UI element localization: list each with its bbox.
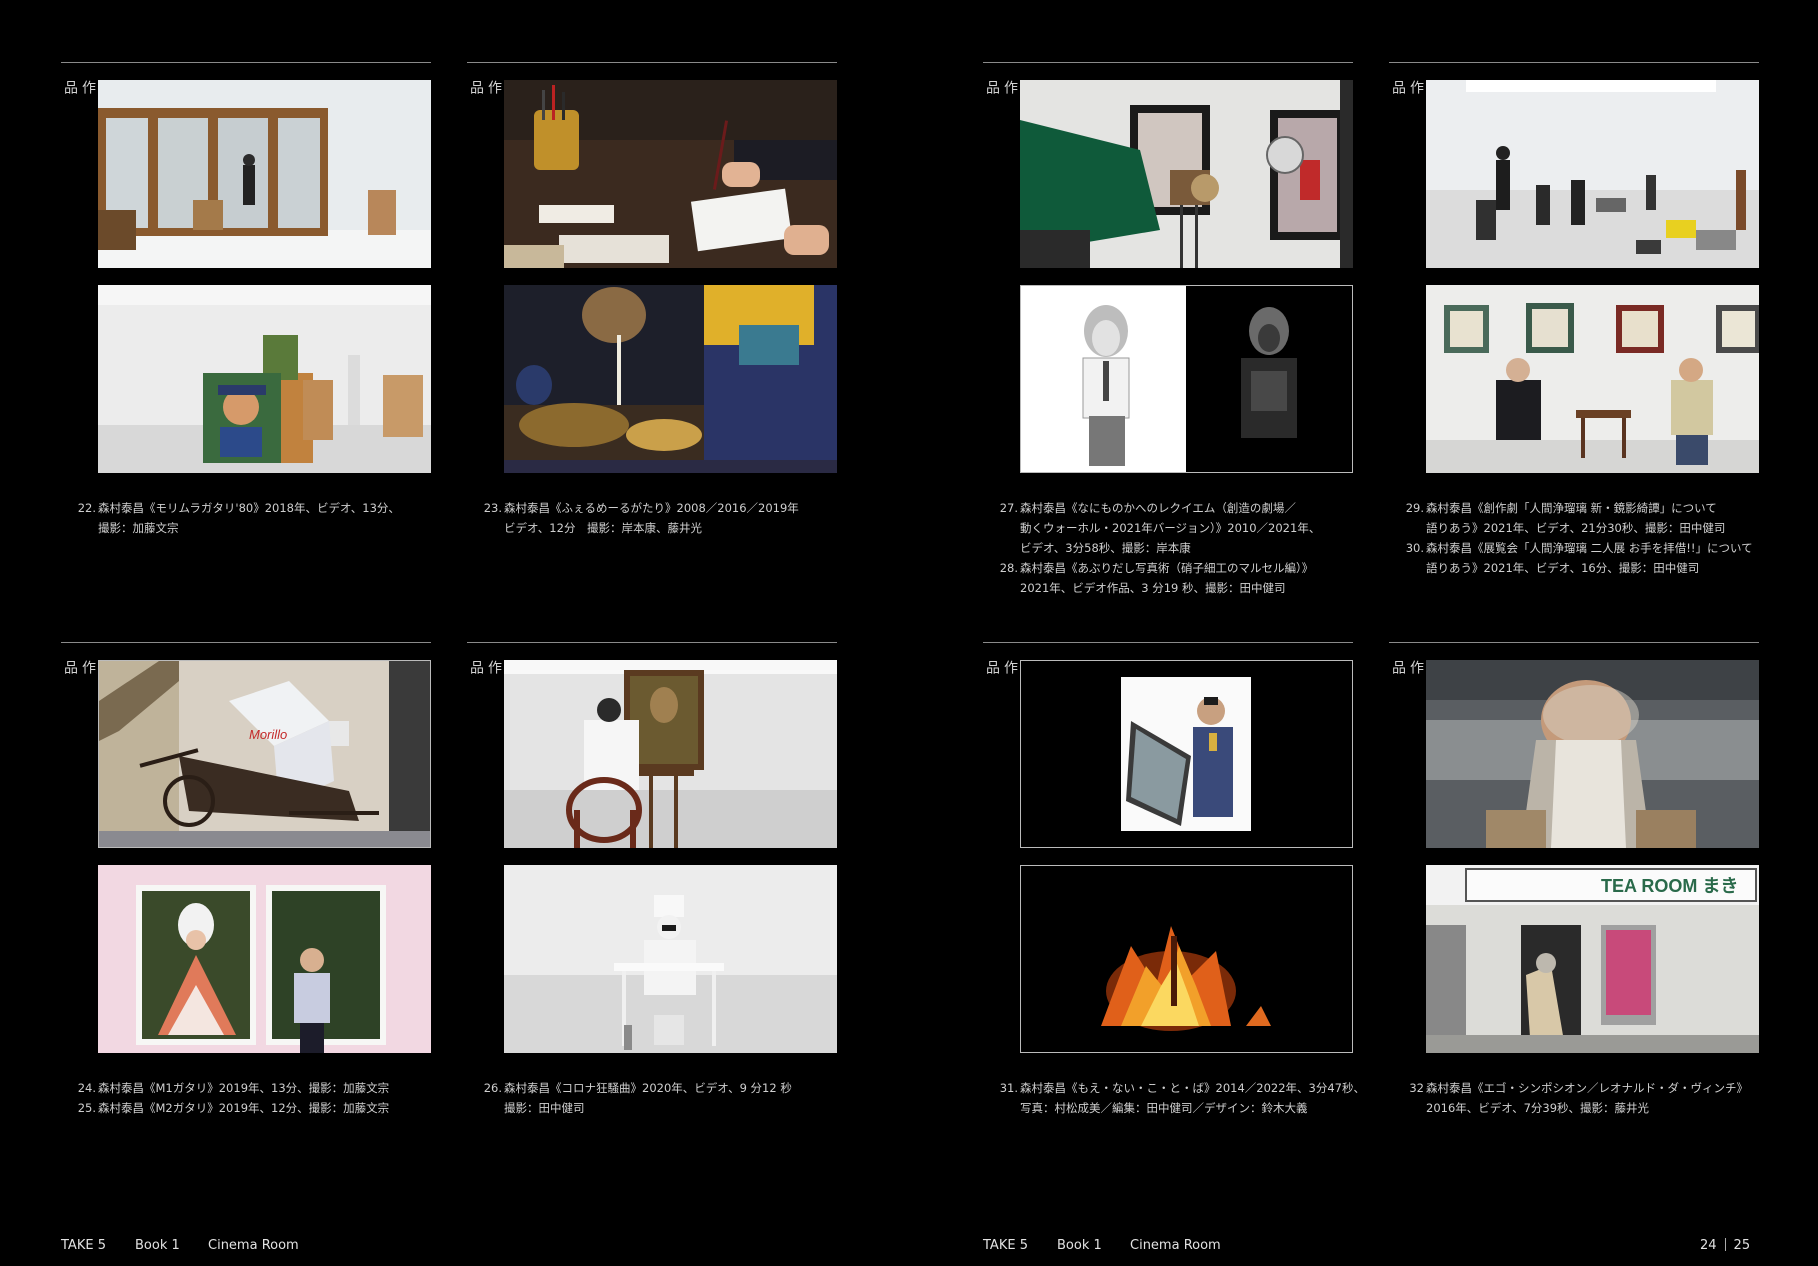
photo-warhol-diptych (1020, 285, 1353, 473)
caption-text: 撮影：加藤文宗 (98, 521, 179, 535)
caption-item: 29. 森村泰昌《創作劇「人間浄瑠璃 新・鏡影綺譚」について (1389, 498, 1759, 518)
caption-text: 2021年、ビデオ作品、3 分19 秒、撮影：田中健司 (1020, 581, 1286, 595)
caption-text: 森村泰昌《M1ガタリ》2019年、13分、撮影：加藤文宗 (98, 1081, 390, 1095)
carton-brand-text: Morillo (249, 727, 287, 742)
section-rule (983, 62, 1353, 63)
section-rule (61, 62, 431, 63)
caption-item: 2021年、ビデオ作品、3 分19 秒、撮影：田中健司 (983, 578, 1353, 598)
caption: 23. 森村泰昌《ふぇるめーるがたり》2008／2016／2019年 ビデオ、12… (467, 498, 837, 538)
section-rule (467, 642, 837, 643)
caption-item: 26. 森村泰昌《コロナ狂騒曲》2020年、ビデオ、9 分12 秒 (467, 1078, 837, 1098)
caption-item: 撮影：加藤文宗 (61, 518, 431, 538)
caption-item: 語りあう》2021年、ビデオ、21分30秒、撮影：田中健司 (1389, 518, 1759, 538)
footer-take: TAKE 5 (61, 1238, 106, 1253)
caption-number: 27. (999, 501, 1018, 515)
footer-section: Cinema Room (208, 1238, 299, 1253)
photo-milkmaid-pour (504, 285, 837, 473)
page-number-divider (1724, 1238, 1726, 1251)
caption-text: 森村泰昌《コロナ狂騒曲》2020年、ビデオ、9 分12 秒 (504, 1081, 792, 1095)
photo-glass-plate-portrait (1020, 660, 1353, 848)
footer-book: Book 1 (1057, 1238, 1102, 1253)
caption-number: 28. (999, 561, 1018, 575)
caption-number: 24. (77, 1081, 96, 1095)
caption-text: 森村泰昌《なにものかへのレクイエム（創造の劇場／ (1020, 501, 1296, 515)
caption-number: 22. (77, 501, 96, 515)
photo-leonardo-bearded (1426, 660, 1759, 848)
page-number-left: 24 (1700, 1238, 1717, 1253)
caption-number: 29. (1405, 501, 1424, 515)
caption-item: 32 森村泰昌《エゴ・シンポシオン／レオナルド・ダ・ヴィンチ》 (1389, 1078, 1759, 1098)
caption-text: 撮影：田中健司 (504, 1101, 585, 1115)
caption-text: 森村泰昌《もえ・ない・こ・と・ば》2014／2022年、3分47秒、 (1020, 1081, 1365, 1095)
caption-item: 22. 森村泰昌《モリムラガタリ'80》2018年、ビデオ、13分、 (61, 498, 431, 518)
section-rule (1389, 642, 1759, 643)
photo-masked-figure-desk (504, 865, 837, 1053)
caption: 22. 森村泰昌《モリムラガタリ'80》2018年、ビデオ、13分、 撮影：加藤文… (61, 498, 431, 538)
photo-gogh-portrait-room (98, 285, 431, 473)
caption-item: 24. 森村泰昌《M1ガタリ》2019年、13分、撮影：加藤文宗 (61, 1078, 431, 1098)
caption: 29. 森村泰昌《創作劇「人間浄瑠璃 新・鏡影綺譚」について 語りあう》2021年… (1389, 498, 1759, 578)
caption-text: 語りあう》2021年、ビデオ、21分30秒、撮影：田中健司 (1426, 521, 1726, 535)
caption-text: 動くウォーホル・2021年バージョン）》2010／2021年、 (1020, 521, 1321, 535)
caption: 32 森村泰昌《エゴ・シンポシオン／レオナルド・ダ・ヴィンチ》 2016年、ビデオ… (1389, 1078, 1759, 1118)
page-numbers: 24 25 (1700, 1238, 1760, 1253)
caption-item: 動くウォーホル・2021年バージョン）》2010／2021年、 (983, 518, 1353, 538)
caption-item: 撮影：田中健司 (467, 1098, 837, 1118)
photo-glass-doors (98, 80, 431, 268)
footer-book: Book 1 (135, 1238, 180, 1253)
caption-text: 森村泰昌《展覧会「人間浄瑠璃 二人展 お手を拝借!!」について (1426, 541, 1753, 555)
caption-number: 25. (77, 1101, 96, 1115)
footer-take: TAKE 5 (983, 1238, 1028, 1253)
caption-item: 31. 森村泰昌《もえ・ない・こ・と・ば》2014／2022年、3分47秒、 (983, 1078, 1365, 1098)
caption-number: 23. (483, 501, 502, 515)
caption-text: 森村泰昌《モリムラガタリ'80》2018年、ビデオ、13分、 (98, 501, 400, 515)
caption-item: ビデオ、3分58秒、撮影：岸本康 (983, 538, 1353, 558)
caption-text: ビデオ、3分58秒、撮影：岸本康 (1020, 541, 1191, 555)
photo-paintings-pair (98, 865, 431, 1053)
photo-two-men-talk (1426, 285, 1759, 473)
photo-studio-rehearsal (1426, 80, 1759, 268)
caption-item: 25. 森村泰昌《M2ガタリ》2019年、12分、撮影：加藤文宗 (61, 1098, 431, 1118)
caption-item: ビデオ、12分 撮影：岸本康、藤井光 (467, 518, 837, 538)
caption-item: 28. 森村泰昌《あぶりだし写真術（硝子細工のマルセル編）》 (983, 558, 1353, 578)
caption-item: 2016年、ビデオ、7分39秒、撮影：藤井光 (1389, 1098, 1759, 1118)
caption-item: 30. 森村泰昌《展覧会「人間浄瑠璃 二人展 お手を拝借!!」について (1389, 538, 1759, 558)
caption-text: 森村泰昌《エゴ・シンポシオン／レオナルド・ダ・ヴィンチ》 (1426, 1081, 1748, 1095)
tea-room-sign-text: TEA ROOM まき (1601, 876, 1738, 896)
caption-item: 23. 森村泰昌《ふぇるめーるがたり》2008／2016／2019年 (467, 498, 837, 518)
caption-text: 森村泰昌《M2ガタリ》2019年、12分、撮影：加藤文宗 (98, 1101, 390, 1115)
section-rule (1389, 62, 1759, 63)
section-rule (61, 642, 431, 643)
caption-item: 27. 森村泰昌《なにものかへのレクイエム（創造の劇場／ (983, 498, 1353, 518)
caption-item: 写真：村松成美／編集：田中健司／デザイン：鈴木大義 (983, 1098, 1353, 1118)
photo-cart-carton: Morillo (98, 660, 431, 848)
caption-text: 写真：村松成美／編集：田中健司／デザイン：鈴木大義 (1020, 1101, 1308, 1115)
caption-item: 語りあう》2021年、ビデオ、16分、撮影：田中健司 (1389, 558, 1759, 578)
caption-text: ビデオ、12分 撮影：岸本康、藤井光 (504, 521, 702, 535)
caption-text: 語りあう》2021年、ビデオ、16分、撮影：田中健司 (1426, 561, 1700, 575)
caption-number: 32 (1409, 1081, 1424, 1095)
caption-number: 31. (999, 1081, 1018, 1095)
footer-section: Cinema Room (1130, 1238, 1221, 1253)
caption: 31. 森村泰昌《もえ・ない・こ・と・ば》2014／2022年、3分47秒、 写真… (983, 1078, 1365, 1118)
photo-view-camera (1020, 80, 1353, 268)
photo-tea-room: TEA ROOM まき (1426, 865, 1759, 1053)
caption: 27. 森村泰昌《なにものかへのレクイエム（創造の劇場／ 動くウォーホル・2021… (983, 498, 1353, 598)
photo-fire (1020, 865, 1353, 1053)
caption-number: 30. (1405, 541, 1424, 555)
caption-text: 森村泰昌《あぶりだし写真術（硝子細工のマルセル編）》 (1020, 561, 1314, 575)
page-number-right: 25 (1733, 1238, 1751, 1253)
caption-text: 森村泰昌《創作劇「人間浄瑠璃 新・鏡影綺譚」について (1426, 501, 1717, 515)
caption: 24. 森村泰昌《M1ガタリ》2019年、13分、撮影：加藤文宗 25. 森村泰昌《… (61, 1078, 431, 1118)
section-rule (983, 642, 1353, 643)
photo-mona-lisa-easel (504, 660, 837, 848)
photo-writing-hand (504, 80, 837, 268)
caption-number: 26. (483, 1081, 502, 1095)
caption: 26. 森村泰昌《コロナ狂騒曲》2020年、ビデオ、9 分12 秒 撮影：田中健司 (467, 1078, 837, 1118)
caption-text: 森村泰昌《ふぇるめーるがたり》2008／2016／2019年 (504, 501, 799, 515)
caption-text: 2016年、ビデオ、7分39秒、撮影：藤井光 (1426, 1101, 1650, 1115)
section-rule (467, 62, 837, 63)
